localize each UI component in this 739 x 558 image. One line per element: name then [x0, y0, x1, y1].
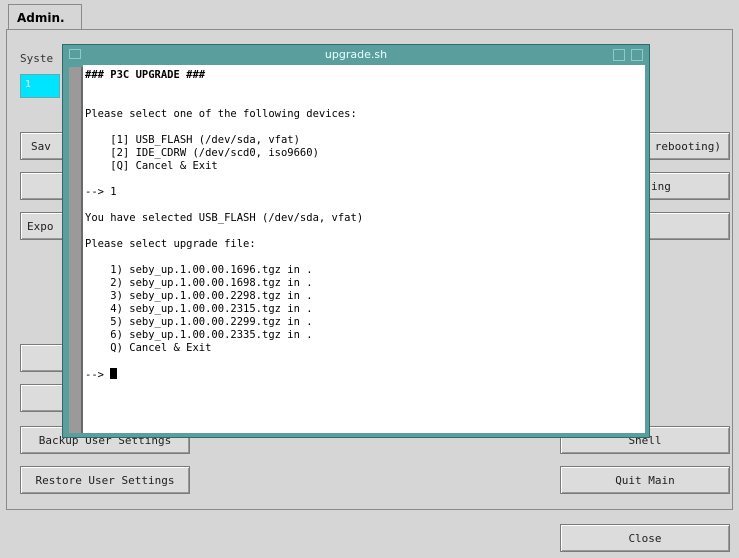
terminal-line: 6) seby_up.1.00.00.2335.tgz in .: [85, 329, 313, 341]
right-button-2-label: ing: [651, 179, 671, 193]
terminal-line: 5) seby_up.1.00.00.2299.tgz in .: [85, 316, 313, 328]
terminal-line: Please select upgrade file:: [85, 238, 256, 250]
terminal-line: [1] USB_FLASH (/dev/sda, vfat): [85, 134, 300, 146]
terminal-line: [2] IDE_CDRW (/dev/scd0, iso9660): [85, 147, 319, 159]
terminal-line: Q) Cancel & Exit: [85, 342, 212, 354]
terminal-line: You have selected USB_FLASH (/dev/sda, v…: [85, 212, 364, 224]
terminal-scrollbar[interactable]: [69, 67, 83, 433]
window-title: upgrade.sh: [324, 48, 388, 61]
close-button[interactable]: Close: [560, 524, 730, 552]
tab-admin[interactable]: Admin.: [8, 4, 82, 30]
restore-user-settings-button[interactable]: Restore User Settings: [20, 466, 190, 494]
terminal-line: [Q] Cancel & Exit: [85, 160, 218, 172]
minimize-icon[interactable]: [613, 49, 625, 61]
maximize-icon[interactable]: [631, 49, 643, 61]
terminal-line: 1) seby_up.1.00.00.1696.tgz in .: [85, 264, 313, 276]
terminal-line: ### P3C UPGRADE ###: [85, 69, 206, 81]
terminal-output[interactable]: ### P3C UPGRADE ### Please select one of…: [83, 65, 645, 433]
terminal-prompt-line[interactable]: -->: [85, 368, 645, 381]
system-label: Syste: [20, 52, 54, 65]
terminal-line: 3) seby_up.1.00.00.2298.tgz in .: [85, 290, 313, 302]
tab-bar: Admin.: [0, 0, 739, 30]
terminal-line: --> 1: [85, 186, 117, 198]
terminal-line: 2) seby_up.1.00.00.1698.tgz in .: [85, 277, 313, 289]
cursor-icon: [110, 368, 118, 379]
system-field[interactable]: 1: [20, 74, 60, 98]
quit-main-button[interactable]: Quit Main: [560, 466, 730, 494]
terminal-line: 4) seby_up.1.00.00.2315.tgz in .: [85, 303, 313, 315]
terminal-prompt: -->: [85, 369, 111, 381]
terminal-line: Please select one of the following devic…: [85, 108, 357, 120]
terminal-window: upgrade.sh ### P3C UPGRADE ### Please se…: [62, 44, 650, 438]
window-titlebar[interactable]: upgrade.sh: [63, 45, 649, 65]
